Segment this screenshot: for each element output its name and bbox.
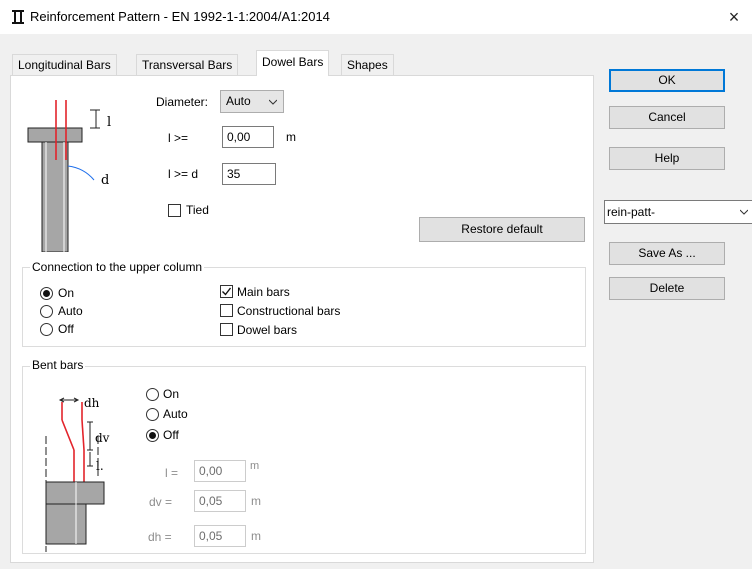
bent-l-input[interactable]: 0,00 <box>194 460 246 482</box>
chevron-down-icon <box>740 209 748 215</box>
main-bars-checkbox[interactable] <box>220 285 233 298</box>
bent-radio-on-label: On <box>163 387 180 401</box>
close-icon: × <box>728 7 740 27</box>
bent-radio-auto-label: Auto <box>163 407 188 421</box>
bent-bars-group-title: Bent bars <box>30 358 86 372</box>
connection-radio-off[interactable] <box>40 323 53 336</box>
l-min-label: l >= <box>168 131 189 145</box>
diameter-label: Diameter: <box>156 95 209 109</box>
ok-button[interactable]: OK <box>609 69 725 92</box>
dowel-bars-label: Dowel bars <box>237 323 298 337</box>
tab-label: Longitudinal Bars <box>18 58 111 72</box>
diagram-dv-label: dv <box>95 431 110 445</box>
bent-dh-label: dh = <box>148 530 172 544</box>
save-as-button[interactable]: Save As ... <box>609 242 725 265</box>
l-factor-input[interactable]: 35 <box>222 163 276 185</box>
chevron-down-icon <box>269 99 277 105</box>
bent-dv-unit: m <box>251 494 261 508</box>
help-button[interactable]: Help <box>609 147 725 170</box>
main-bars-label: Main bars <box>237 285 290 299</box>
tied-checkbox[interactable] <box>168 204 181 217</box>
checkmark-icon <box>222 287 232 296</box>
connection-group-title: Connection to the upper column <box>30 260 205 274</box>
delete-button[interactable]: Delete <box>609 277 725 300</box>
connection-radio-auto[interactable] <box>40 305 53 318</box>
constructional-bars-label: Constructional bars <box>237 304 341 318</box>
connection-radio-auto-label: Auto <box>58 304 83 318</box>
tab-label: Dowel Bars <box>262 55 324 69</box>
tied-label: Tied <box>186 203 209 217</box>
diagram-l-label: l <box>107 115 112 130</box>
cancel-button[interactable]: Cancel <box>609 106 725 129</box>
bent-radio-off-label: Off <box>163 428 179 442</box>
bent-l-label: l = <box>165 466 179 480</box>
tab-transversal-bars[interactable]: Transversal Bars <box>136 54 239 75</box>
diagram-dh-label: dh <box>84 396 100 410</box>
diameter-select[interactable]: Auto <box>220 90 284 113</box>
close-button[interactable]: × <box>722 6 746 28</box>
l-min-input[interactable]: 0,00 <box>222 126 274 148</box>
l-min-unit: m <box>286 130 296 144</box>
bent-radio-on[interactable] <box>146 388 159 401</box>
diagram-l-label: l. <box>96 459 104 473</box>
pattern-select[interactable]: rein-patt- <box>604 200 752 224</box>
dowel-bars-checkbox[interactable] <box>220 323 233 336</box>
tab-label: Transversal Bars <box>142 58 233 72</box>
bent-l-unit: m <box>250 460 260 472</box>
bent-radio-auto[interactable] <box>146 408 159 421</box>
l-factor-label-text: l >= d <box>168 167 199 181</box>
pattern-select-value: rein-patt- <box>607 205 656 219</box>
constructional-bars-checkbox[interactable] <box>220 304 233 317</box>
diameter-value: Auto <box>226 94 251 108</box>
restore-default-button[interactable]: Restore default <box>419 217 585 242</box>
window-title: Reinforcement Pattern - EN 1992-1-1:2004… <box>30 9 330 24</box>
app-icon <box>12 10 24 24</box>
tab-shapes[interactable]: Shapes <box>341 54 394 75</box>
bent-dh-input[interactable]: 0,05 <box>194 525 246 547</box>
tab-label: Shapes <box>347 58 388 72</box>
bent-dh-unit: m <box>251 529 261 543</box>
connection-radio-off-label: Off <box>58 322 74 336</box>
diagram-d-label: d <box>101 173 110 188</box>
bent-dv-input[interactable]: 0,05 <box>194 490 246 512</box>
connection-radio-on-label: On <box>58 286 75 300</box>
bent-dv-label: dv = <box>149 495 173 509</box>
tab-dowel-bars[interactable]: Dowel Bars <box>256 50 330 76</box>
title-bar: Reinforcement Pattern - EN 1992-1-1:2004… <box>0 0 752 34</box>
bent-radio-off[interactable] <box>146 429 159 442</box>
connection-radio-on[interactable] <box>40 287 53 300</box>
radio-dot <box>149 432 156 439</box>
tab-longitudinal-bars[interactable]: Longitudinal Bars <box>12 54 117 75</box>
radio-dot <box>43 290 50 297</box>
